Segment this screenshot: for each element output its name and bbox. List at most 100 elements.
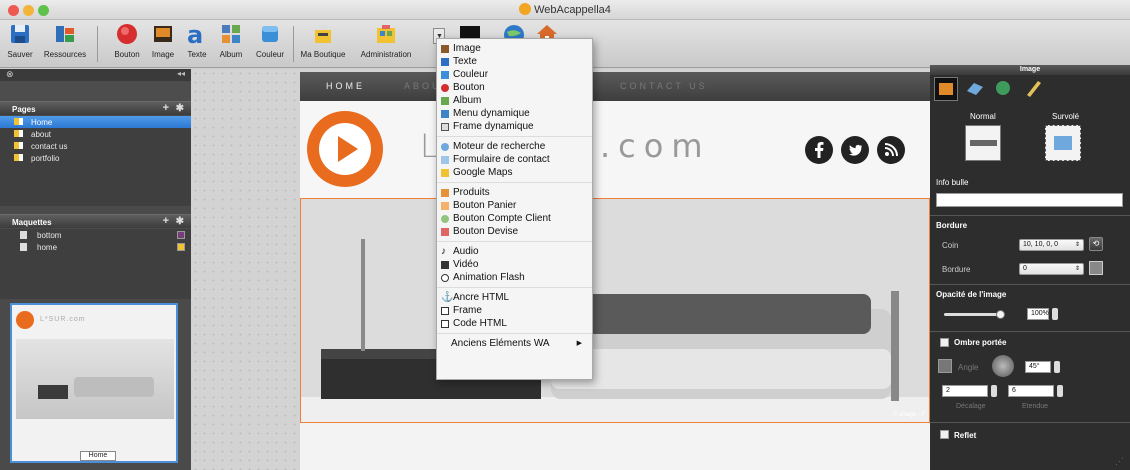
color-swatch[interactable]: [177, 243, 185, 251]
nav-home[interactable]: HOME: [326, 81, 365, 91]
page-icon: [14, 142, 23, 149]
nav-contact-us[interactable]: CONTACT US: [620, 81, 708, 91]
album-tool[interactable]: Album: [216, 22, 246, 59]
menu-item-customer-account-button[interactable]: Bouton Compte Client: [437, 212, 592, 225]
text-tool-label: Texte: [187, 50, 207, 59]
angle-dial[interactable]: [992, 355, 1014, 377]
page-item-about[interactable]: about: [0, 128, 191, 140]
add-page-icon[interactable]: +: [163, 102, 169, 114]
menu-item-html-anchor[interactable]: ⚓ Ancre HTML: [437, 291, 592, 304]
play-logo-icon: [307, 111, 383, 187]
page-preview-thumbnail[interactable]: L*SUR.com Home: [10, 303, 178, 463]
tab-link[interactable]: [964, 77, 988, 101]
menu-item-dynamic-frame[interactable]: Frame dynamique: [437, 120, 592, 133]
updown-arrows-icon: ⇕: [1074, 266, 1080, 272]
menu-item-dynamic-menu[interactable]: Menu dynamique: [437, 107, 592, 120]
angle-stepper[interactable]: [1054, 361, 1060, 373]
reflection-checkbox[interactable]: [940, 430, 949, 439]
opacity-stepper[interactable]: [1052, 308, 1058, 320]
border-color-swatch[interactable]: [1089, 261, 1103, 275]
flash-icon: [441, 274, 449, 282]
page-item-contact-us[interactable]: contact us: [0, 140, 191, 152]
slider-thumb[interactable]: [996, 310, 1005, 319]
menu-item-contact-form[interactable]: Formulaire de contact: [437, 153, 592, 166]
hover-thumbnail: [1054, 136, 1072, 150]
resources-button[interactable]: Ressources: [39, 22, 91, 59]
menu-item-image[interactable]: Image: [437, 42, 592, 55]
html-code-icon: [441, 320, 449, 328]
menu-item-video[interactable]: Vidéo: [437, 258, 592, 271]
facebook-icon[interactable]: [805, 136, 833, 164]
menu-item-html-code[interactable]: Code HTML: [437, 317, 592, 330]
opacity-slider[interactable]: [944, 310, 1005, 319]
menu-item-label: Bouton Compte Client: [453, 213, 551, 224]
menu-item-album[interactable]: Album: [437, 94, 592, 107]
tab-style[interactable]: [1022, 77, 1046, 101]
border-section-title: Bordure: [936, 221, 968, 230]
opacity-value[interactable]: 100%: [1027, 308, 1049, 320]
menu-item-frame[interactable]: Frame: [437, 304, 592, 317]
menu-item-button[interactable]: Bouton: [437, 81, 592, 94]
pages-header: Pages + ✱: [0, 101, 191, 115]
drop-shadow-checkbox[interactable]: [940, 338, 949, 347]
menu-item-audio[interactable]: ♪ Audio: [437, 245, 592, 258]
spread-stepper[interactable]: [1057, 385, 1063, 397]
color-swatch[interactable]: [177, 231, 185, 239]
normal-image-well[interactable]: [965, 125, 1001, 161]
hover-image-well[interactable]: [1045, 125, 1081, 161]
offset-input[interactable]: 2: [942, 385, 988, 397]
menu-item-color[interactable]: Couleur: [437, 68, 592, 81]
offset-stepper[interactable]: [991, 385, 997, 397]
dynamic-menu-icon: [441, 110, 449, 118]
add-maquette-icon[interactable]: +: [163, 215, 169, 227]
site-page[interactable]: HOME ABOUT CONTACT US L .com © artage - …: [300, 72, 930, 470]
collapse-panel-icon[interactable]: ◂◂: [177, 69, 185, 78]
corner-apply-button[interactable]: ⟲: [1089, 237, 1103, 251]
corner-select[interactable]: 10, 10, 0, 0 ⇕: [1019, 239, 1084, 251]
resize-grip-icon[interactable]: ⋰: [1115, 456, 1124, 467]
angle-value[interactable]: 45°: [1025, 361, 1051, 373]
frame-icon: [441, 307, 449, 315]
close-panel-icon[interactable]: ⊗: [6, 69, 14, 80]
menu-item-flash-animation[interactable]: Animation Flash: [437, 271, 592, 284]
drop-shadow-label: Ombre portée: [954, 338, 1007, 347]
shadow-color-swatch[interactable]: [938, 359, 952, 373]
image-tool-label: Image: [151, 50, 175, 59]
spread-input[interactable]: 6: [1008, 385, 1054, 397]
page-item-home[interactable]: Home: [0, 116, 191, 128]
rss-icon[interactable]: [877, 136, 905, 164]
section-separator: [930, 284, 1130, 285]
customer-icon: [441, 215, 449, 223]
administration-button[interactable]: Administration: [353, 22, 419, 59]
menu-item-products[interactable]: Produits: [437, 186, 592, 199]
color-tool[interactable]: Couleur: [252, 22, 288, 59]
tab-image[interactable]: [934, 77, 958, 101]
menu-item-currency-button[interactable]: Bouton Devise: [437, 225, 592, 238]
tooltip-input[interactable]: [936, 193, 1123, 207]
my-shop-button[interactable]: Ma Boutique: [298, 22, 348, 59]
menu-item-label: Google Maps: [453, 167, 513, 178]
button-tool[interactable]: Bouton: [110, 22, 144, 59]
image-tool[interactable]: Image: [148, 22, 178, 59]
menu-item-search-engine[interactable]: Moteur de recherche: [437, 140, 592, 153]
menu-item-text[interactable]: Texte: [437, 55, 592, 68]
tab-web[interactable]: [992, 77, 1016, 101]
border-width-select[interactable]: 0 ⇕: [1019, 263, 1084, 275]
menu-item-legacy-elements[interactable]: Anciens Eléments WA ▶: [437, 337, 592, 350]
menu-item-cart-button[interactable]: Bouton Panier: [437, 199, 592, 212]
pages-gear-icon[interactable]: ✱: [176, 103, 184, 114]
maquette-item-home[interactable]: home: [0, 241, 191, 253]
maquettes-list: bottom home: [0, 229, 191, 299]
app-icon: [519, 3, 532, 15]
window-title-text: WebAcappella4: [534, 4, 611, 16]
menu-item-google-maps[interactable]: Google Maps: [437, 166, 592, 179]
save-button[interactable]: Sauver: [3, 22, 37, 59]
text-tool[interactable]: a Texte: [182, 22, 212, 59]
selected-image-block[interactable]: © artage - F: [300, 198, 930, 423]
maquettes-gear-icon[interactable]: ✱: [176, 216, 184, 227]
twitter-icon[interactable]: [841, 136, 869, 164]
page-item-portfolio[interactable]: portfolio: [0, 152, 191, 164]
maquette-item-bottom[interactable]: bottom: [0, 229, 191, 241]
state-hover-label: Survolé: [1052, 112, 1080, 121]
anchor-icon: ⚓: [441, 292, 454, 303]
